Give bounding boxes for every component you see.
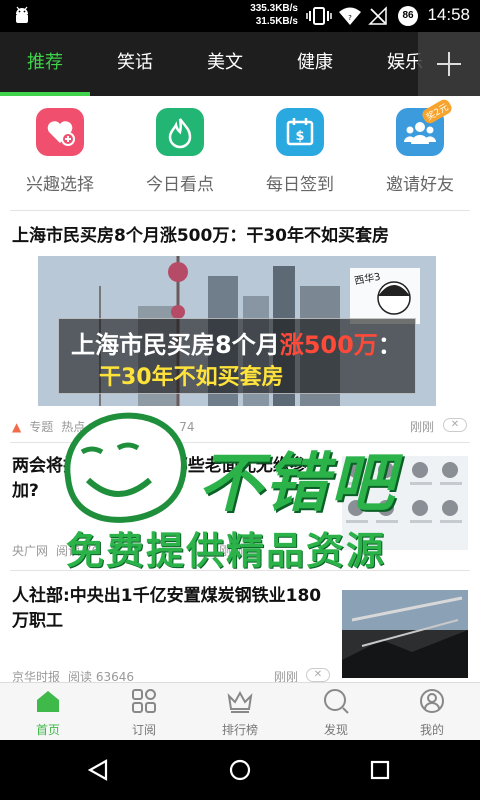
article-image[interactable]: 西华3 上海市民买房8个月涨500万： 干30年不如买套房 [38,256,436,406]
dismiss-article-button[interactable]: ✕ [443,418,467,432]
tab-recommend[interactable]: 推荐 [0,32,90,96]
nav-label: 订阅 [131,723,156,737]
network-speed: 335.3KB/s 31.5KB/s [232,2,298,28]
flame-icon [156,108,204,156]
article-source: 央广网 [12,544,49,558]
dismiss-article-button[interactable]: ✕ [306,668,330,682]
caption-highlight: 涨500万 [279,331,378,359]
back-icon[interactable] [86,758,110,782]
nav-ranking[interactable]: 排行榜 [192,687,288,738]
calendar-dollar-icon: $ [276,108,324,156]
caption-subtext: 干30年不如买套房 [99,365,284,390]
nav-discover[interactable]: 发现 [288,687,384,738]
svg-text:?: ? [348,14,352,22]
watermark-text: 不错吧 [198,447,396,521]
category-tab-bar: 推荐 笑话 美文 健康 娱乐 [0,32,480,96]
quick-action-invite[interactable]: 奖2元 邀请好友 [360,97,480,195]
home-icon [37,691,59,712]
svg-text:$: $ [295,129,304,144]
discover-icon [324,689,349,714]
profile-icon [420,689,444,713]
no-signal-icon [368,6,387,25]
heart-plus-icon [36,108,84,156]
tab-essays[interactable]: 美文 [180,32,270,96]
article-source: 京华时报 [12,670,61,682]
quick-action-interests[interactable]: 兴趣选择 [0,108,120,195]
article-title[interactable]: 人社部:中央出1千亿安置煤炭钢铁业180万职工 [12,584,332,634]
section-divider [10,210,470,211]
read-count: 阅读 63646 [68,670,135,682]
nav-label: 我的 [419,723,444,737]
quick-action-label: 兴趣选择 [26,175,94,195]
home-button-icon[interactable] [228,758,252,782]
android-icon [16,6,28,23]
quick-action-today[interactable]: 今日看点 [120,108,240,195]
article-title[interactable]: 上海市民买房8个月涨500万：干30年不如买套房 [12,224,389,249]
article-thumbnail[interactable] [342,590,468,678]
battery-level-badge: 86 [398,6,418,26]
system-navigation-bar [0,740,480,800]
feed: 兴趣选择 今日看点 $ 每日签到 奖2元 邀请好友 上海市民买房8个月涨500万… [0,96,480,682]
tab-jokes[interactable]: 笑话 [90,32,180,96]
fire-icon: ▲ [12,420,22,434]
nav-label: 首页 [35,723,60,737]
topic-tag: 专题 [29,420,54,434]
quick-action-label: 邀请好友 [386,175,454,195]
watermark-face-logo [64,412,187,523]
add-category-button[interactable] [418,32,480,96]
nav-home[interactable]: 首页 [0,687,96,738]
crown-icon [227,690,253,713]
vibrate-icon [306,7,332,25]
caption-text: 上海市民买房8个月 [71,331,280,359]
quick-action-checkin[interactable]: $ 每日签到 [240,108,360,195]
grid-icon [132,689,156,713]
people-icon: 奖2元 [396,97,454,156]
nav-profile[interactable]: 我的 [384,687,480,738]
wifi-icon: ? [339,7,361,25]
status-bar: 335.3KB/s 31.5KB/s ? 86 14:58 [0,0,480,32]
nav-label: 排行榜 [221,723,258,737]
article-meta: 京华时报 阅读 63646 [12,668,142,682]
bottom-navigation: 首页 订阅 排行榜 发现 我的 [0,682,480,740]
download-speed: 31.5KB/s [255,16,298,27]
tab-health[interactable]: 健康 [270,32,360,96]
nav-subscribe[interactable]: 订阅 [96,687,192,738]
quick-action-label: 每日签到 [266,175,334,195]
upload-speed: 335.3KB/s [250,3,298,14]
quick-action-label: 今日看点 [146,175,214,195]
clock: 14:58 [427,5,470,24]
caption-text: ： [377,331,402,359]
image-caption: 上海市民买房8个月涨500万： 干30年不如买套房 [58,318,416,394]
watermark-subtext: 免费提供精品资源 [66,529,387,573]
recents-icon[interactable] [370,760,390,780]
article-time: 刚刚 [274,670,299,682]
nav-label: 发现 [323,723,348,737]
article-time: 刚刚 [410,420,435,434]
